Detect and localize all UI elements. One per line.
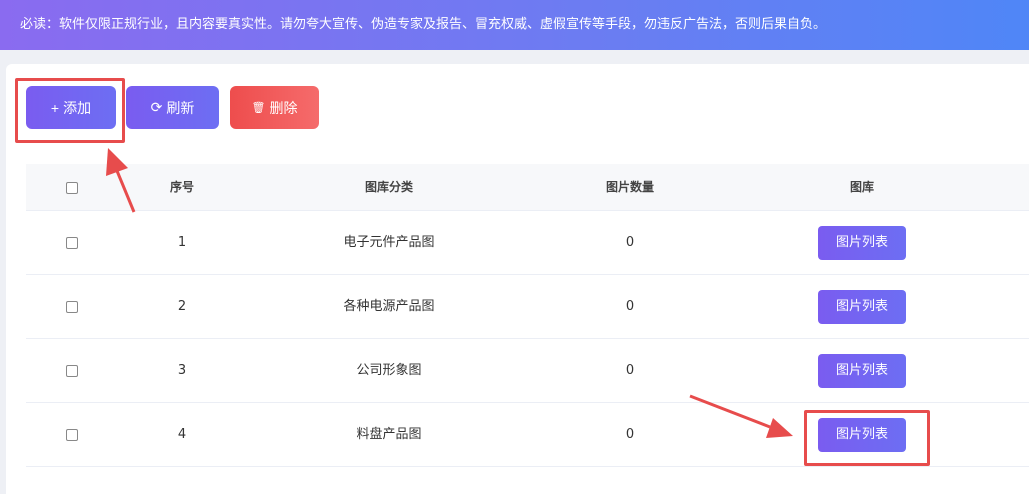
row-checkbox[interactable] [66, 428, 78, 441]
plus-icon: + [50, 99, 60, 116]
picture-list-button[interactable]: 图片列表 [818, 354, 906, 388]
row-index: 4 [177, 427, 187, 442]
row-checkbox[interactable] [66, 364, 78, 377]
row-category: 各种电源产品图 [343, 299, 435, 314]
notice-bar: 必读：软件仅限正规行业，且内容要真实性。请勿夸大宣传、伪造专家及报告、冒充权威、… [0, 0, 1029, 50]
refresh-button[interactable]: ⟳ 刷新 [126, 86, 219, 129]
table-row: 3 公司形象图 0 图片列表 [26, 339, 1029, 403]
header-category: 图库分类 [364, 180, 413, 194]
refresh-icon: ⟳ [150, 99, 163, 115]
select-all-checkbox[interactable] [66, 181, 78, 194]
row-checkbox[interactable] [66, 236, 78, 249]
row-count: 0 [625, 363, 635, 378]
row-index: 3 [177, 363, 187, 378]
picture-list-button[interactable]: 图片列表 [818, 290, 906, 324]
row-count: 0 [625, 235, 635, 250]
row-category: 料盘产品图 [356, 427, 422, 442]
row-category: 公司形象图 [356, 363, 422, 378]
row-index: 2 [177, 299, 187, 314]
picture-list-button[interactable]: 图片列表 [818, 226, 906, 260]
refresh-button-label: 刷新 [166, 99, 195, 116]
add-button[interactable]: + 添加 [26, 86, 116, 129]
add-button-label: 添加 [63, 99, 92, 116]
row-checkbox[interactable] [66, 300, 78, 313]
table-row-partial [26, 467, 1029, 494]
table-row: 2 各种电源产品图 0 图片列表 [26, 275, 1029, 339]
header-index: 序号 [169, 180, 194, 194]
row-count: 0 [625, 427, 635, 442]
delete-button-label: 删除 [269, 99, 298, 116]
header-library: 图库 [849, 180, 874, 194]
delete-button[interactable]: 🗑 删除 [230, 86, 319, 129]
table-header: 序号 图库分类 图片数量 图库 [26, 164, 1029, 211]
row-index: 1 [177, 235, 187, 250]
trash-icon: 🗑 [251, 102, 266, 114]
picture-list-button[interactable]: 图片列表 [818, 418, 906, 452]
table-row: 1 电子元件产品图 0 图片列表 [26, 211, 1029, 275]
header-count: 图片数量 [605, 180, 654, 194]
row-count: 0 [625, 299, 635, 314]
select-all-cell [62, 164, 82, 211]
row-category: 电子元件产品图 [343, 235, 435, 250]
table-row: 4 料盘产品图 0 图片列表 [26, 403, 1029, 467]
